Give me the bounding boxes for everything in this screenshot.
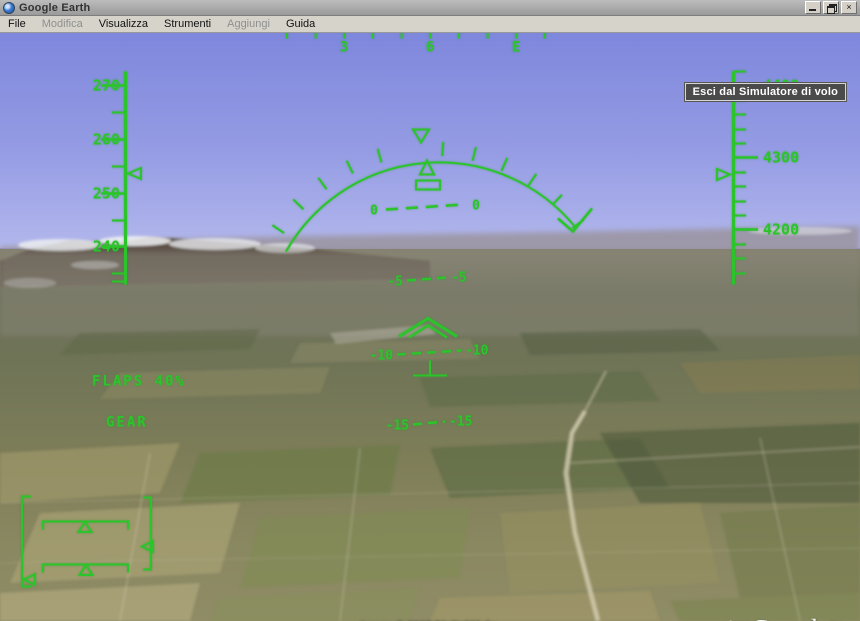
menu-visualizza[interactable]: Visualizza	[91, 17, 156, 31]
menu-bar: File Modifica Visualizza Strumenti Aggiu…	[0, 16, 860, 33]
google-earth-icon	[3, 2, 15, 14]
earth-3d-viewport[interactable]: 3 6 E 270 260 250 240 4400 4300 4200	[0, 33, 860, 621]
exit-flight-simulator-button[interactable]: Esci dal Simulatore di volo	[685, 83, 846, 101]
close-button[interactable]: ×	[841, 1, 857, 14]
google-earth-window: Google Earth × File Modifica Visualizza …	[0, 0, 860, 621]
minimize-button[interactable]	[805, 1, 821, 14]
window-title: Google Earth	[19, 2, 90, 14]
menu-strumenti[interactable]: Strumenti	[156, 17, 219, 31]
restore-button[interactable]	[823, 1, 839, 14]
minimize-icon	[809, 9, 816, 11]
terrain-imagery	[0, 33, 860, 621]
menu-guida[interactable]: Guida	[278, 17, 323, 31]
google-logo: Google	[751, 616, 830, 621]
menu-aggiungi: Aggiungi	[219, 17, 278, 31]
title-bar[interactable]: Google Earth ×	[0, 0, 860, 16]
menu-file[interactable]: File	[0, 17, 34, 31]
google-watermark: ©2007 Google TM	[728, 616, 842, 621]
menu-modifica: Modifica	[34, 17, 91, 31]
